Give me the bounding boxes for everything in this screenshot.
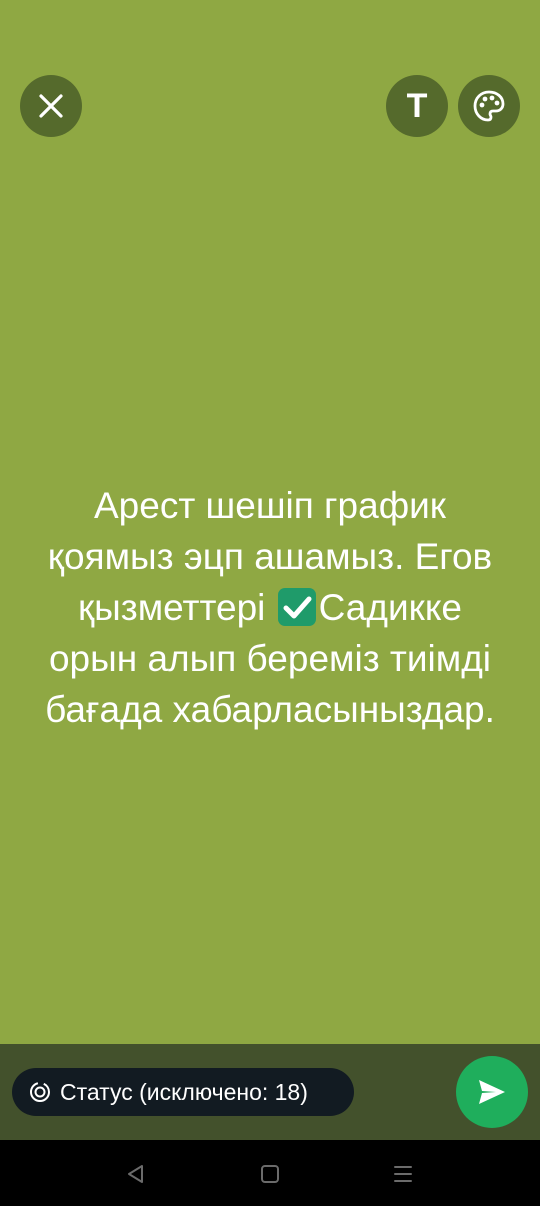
status-line-1: Арест шешіп график — [94, 485, 446, 526]
status-line-5: бағада хабарласыныздар. — [45, 689, 495, 730]
color-palette-button[interactable] — [458, 75, 520, 137]
status-line-2: қоямыз эцп ашамыз. Егов — [47, 536, 493, 577]
home-button[interactable] — [254, 1158, 286, 1190]
status-text[interactable]: Арест шешіп график қоямыз эцп ашамыз. Его… — [20, 480, 520, 735]
audience-label: Статус (исключено: 18) — [60, 1078, 308, 1105]
home-square-icon — [259, 1163, 281, 1185]
close-button[interactable] — [20, 75, 82, 137]
send-button[interactable] — [456, 1056, 528, 1128]
system-navigation-bar — [0, 1140, 540, 1206]
status-line-3: қызметтері — [77, 587, 276, 628]
status-ring-icon — [28, 1080, 52, 1104]
back-button[interactable] — [120, 1158, 152, 1190]
palette-icon — [472, 89, 506, 123]
status-audience-selector[interactable]: Статус (исключено: 18) — [12, 1068, 354, 1116]
recents-button[interactable] — [387, 1158, 419, 1190]
check-mark-button-icon — [277, 588, 316, 626]
status-line-3b: Садикке — [318, 587, 462, 628]
send-icon — [476, 1076, 508, 1108]
status-line-4: орын алып береміз тиімді — [48, 638, 492, 679]
menu-lines-icon — [392, 1163, 414, 1185]
close-icon — [38, 93, 64, 119]
text-style-button[interactable]: T — [386, 75, 448, 137]
back-triangle-icon — [125, 1163, 147, 1185]
text-style-label: T — [406, 87, 428, 125]
